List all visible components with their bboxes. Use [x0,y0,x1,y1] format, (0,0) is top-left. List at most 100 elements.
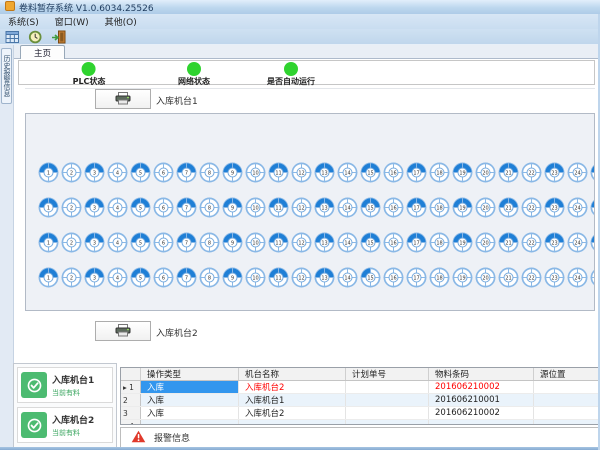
side-dock-tab[interactable]: 历史报警信息 [1,48,12,104]
row-selector[interactable]: ▸ 1 [121,381,141,393]
table-cell[interactable]: 201606210001 [429,394,534,406]
coil-slot-25: 25 [590,267,595,288]
coil-slot-13: 13 [314,197,335,218]
table-cell[interactable]: 入库机台2 [239,407,346,419]
table-row[interactable]: 3入库入库机台2 201606210002 [121,407,600,420]
table-cell[interactable] [346,394,429,406]
status-item-network: 网络状态 [178,62,210,87]
row-selector[interactable]: ▸ 4 [121,420,141,425]
table-cell[interactable] [239,420,346,425]
svg-text:2: 2 [70,170,73,176]
network-status-lamp [187,62,201,76]
svg-text:5: 5 [139,205,142,211]
svg-text:9: 9 [231,170,234,176]
plc-status-label: PLC状态 [73,76,106,87]
svg-text:11: 11 [275,205,281,211]
table-row[interactable]: 2入库入库机台1 201606210001 [121,394,600,407]
schedule-table-icon[interactable] [3,29,22,44]
machine2-status-card[interactable]: 入库机台2 当前有料 [17,407,113,443]
alarm-bar[interactable]: 报警信息 [120,427,600,448]
coil-slot-16: 16 [383,197,404,218]
table-cell[interactable] [534,381,600,393]
table-cell[interactable]: 201606210002 [429,407,534,419]
table-cell[interactable] [534,394,600,406]
machine1-slot-panel: 1 2 3 4 5 6 7 [25,113,595,311]
svg-text:19: 19 [459,275,465,281]
svg-text:16: 16 [390,240,396,246]
coil-slot-14: 14 [337,232,358,253]
network-status-label: 网络状态 [178,76,210,87]
table-cell[interactable] [534,407,600,419]
svg-text:3: 3 [93,170,96,176]
coil-slot-1: 1 [38,232,59,253]
table-cell[interactable]: 入库 [141,407,239,419]
svg-text:2: 2 [70,205,73,211]
svg-text:4: 4 [116,240,119,246]
coil-slot-17: 17 [406,162,427,183]
grid-body: ▸ 1入库入库机台22016062100022入库入库机台12016062100… [121,381,600,425]
table-cell[interactable] [346,407,429,419]
exit-door-icon[interactable] [49,29,68,44]
table-row[interactable]: ▸ 4 [121,420,600,425]
column-header[interactable]: 计划单号 [346,368,429,380]
table-cell[interactable] [141,420,239,425]
table-cell[interactable] [346,381,429,393]
coil-slot-23: 23 [544,267,565,288]
table-cell[interactable]: 入库机台2 [239,381,346,393]
svg-text:24: 24 [574,205,580,211]
menu-window[interactable]: 窗口(W) [47,14,97,29]
svg-text:2: 2 [70,240,73,246]
svg-text:4: 4 [116,275,119,281]
title-bar[interactable]: 卷料暂存系统 V1.0.6034.25526 [0,0,600,14]
svg-text:24: 24 [574,275,580,281]
left-dock-sidebar: 历史报警信息 [0,45,14,447]
svg-text:3: 3 [93,205,96,211]
svg-text:10: 10 [252,240,258,246]
coil-slot-12: 12 [291,232,312,253]
tab-home-label: 主页 [34,47,51,59]
coil-slot-12: 12 [291,162,312,183]
svg-text:21: 21 [505,275,511,281]
table-cell[interactable] [429,420,534,425]
svg-text:1: 1 [47,170,50,176]
coil-slot-5: 5 [130,162,151,183]
coil-slot-22: 22 [521,162,542,183]
print-machine1-button[interactable] [95,89,151,109]
table-cell[interactable]: 入库 [141,394,239,406]
coil-slot-16: 16 [383,162,404,183]
task-table: 操作类型机台名称计划单号物料条码源位置 ▸ 1入库入库机台22016062100… [120,367,600,425]
table-cell[interactable] [534,420,600,425]
table-cell[interactable]: 入库机台1 [239,394,346,406]
svg-text:24: 24 [574,240,580,246]
svg-text:23: 23 [551,170,557,176]
svg-text:3: 3 [93,240,96,246]
table-cell[interactable] [346,420,429,425]
table-cell[interactable]: 201606210002 [429,381,534,393]
slot-row: 1 2 3 4 5 6 7 [38,232,595,253]
svg-text:5: 5 [139,240,142,246]
svg-text:20: 20 [482,205,488,211]
column-header[interactable]: 操作类型 [141,368,239,380]
column-header[interactable]: 物料条码 [429,368,534,380]
row-selector[interactable]: 3 [121,407,141,419]
tab-strip: 主页 [14,45,600,58]
clock-icon[interactable] [26,29,45,44]
print-machine2-button[interactable] [95,321,151,341]
menu-other[interactable]: 其他(O) [97,14,145,29]
tab-home[interactable]: 主页 [20,45,65,59]
menu-system[interactable]: 系统(S) [0,14,47,29]
row-selector[interactable]: 2 [121,394,141,406]
coil-slot-13: 13 [314,267,335,288]
svg-text:12: 12 [298,170,304,176]
svg-text:13: 13 [321,240,327,246]
coil-slot-7: 7 [176,267,197,288]
machine1-status-card[interactable]: 入库机台1 当前有料 [17,367,113,403]
table-row[interactable]: ▸ 1入库入库机台2 201606210002 [121,381,600,394]
svg-text:14: 14 [344,205,350,211]
table-cell[interactable]: 入库 [141,381,239,393]
coil-slot-22: 22 [521,232,542,253]
slot-grid: 1 2 3 4 5 6 7 [38,162,594,288]
column-header[interactable]: 源位置 [534,368,600,380]
column-header[interactable]: 机台名称 [239,368,346,380]
warning-triangle-icon [131,428,146,447]
